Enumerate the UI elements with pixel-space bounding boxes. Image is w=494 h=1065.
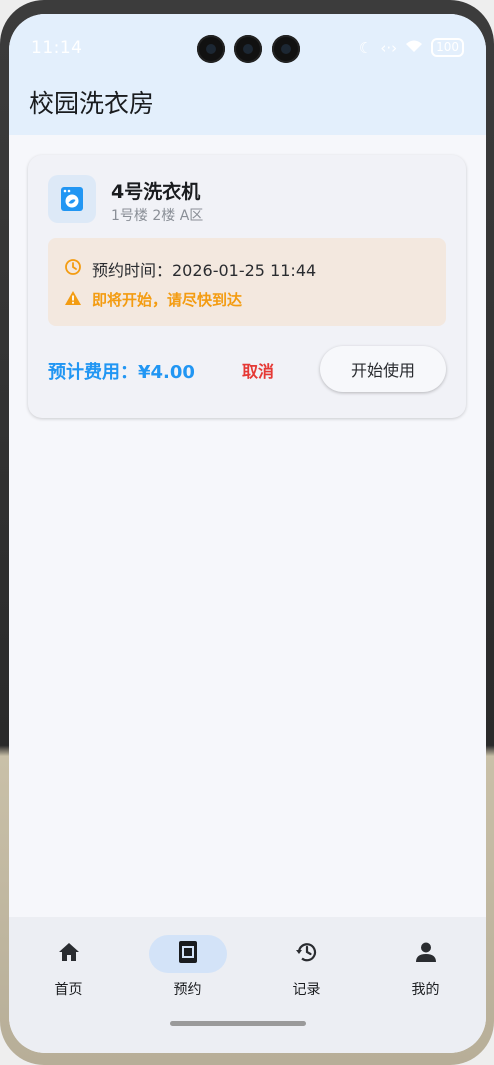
reservation-time-row: 预约时间：2026-01-25 11:44 xyxy=(64,257,316,281)
calendar-icon xyxy=(178,940,198,968)
home-indicator[interactable] xyxy=(170,1021,306,1026)
nav-item-profile[interactable]: 我的 xyxy=(366,935,485,999)
moon-icon: ☾ xyxy=(358,38,373,57)
cancel-button[interactable]: 取消 xyxy=(242,358,274,382)
nav-label: 记录 xyxy=(292,982,321,998)
app-screen: 11:14 ☾ ‹·› 100 校园洗衣房 4号洗衣机 1号楼 2楼 A区 预约… xyxy=(9,14,486,1053)
nav-pill xyxy=(268,935,346,973)
nav-item-history[interactable]: 记录 xyxy=(247,935,366,999)
warning-row: 即将开始，请尽快到达 xyxy=(64,289,242,310)
nav-item-reserve[interactable]: 预约 xyxy=(128,935,247,999)
signal-icon: ‹·› xyxy=(380,38,398,57)
nav-item-home[interactable]: 首页 xyxy=(9,935,128,999)
reservation-card: 4号洗衣机 1号楼 2楼 A区 预约时间：2026-01-25 11:44 即将… xyxy=(28,155,466,418)
warning-text: 即将开始，请尽快到达 xyxy=(92,291,243,309)
home-icon xyxy=(57,941,81,967)
camera-lens-icon xyxy=(197,35,225,63)
wifi-icon xyxy=(405,39,423,57)
status-time: 11:14 xyxy=(31,38,83,58)
start-use-button[interactable]: 开始使用 xyxy=(320,346,446,392)
nav-pill xyxy=(30,935,108,973)
nav-label: 预约 xyxy=(173,982,202,998)
reservation-time: 预约时间：2026-01-25 11:44 xyxy=(92,261,317,280)
machine-name: 4号洗衣机 xyxy=(111,181,201,203)
app-header: 11:14 ☾ ‹·› 100 校园洗衣房 xyxy=(9,14,486,135)
clock-icon xyxy=(64,258,82,280)
camera-lens-icon xyxy=(272,35,300,63)
washing-machine-icon xyxy=(48,175,96,223)
page-title: 校园洗衣房 xyxy=(29,89,155,118)
nav-pill xyxy=(387,935,465,973)
history-icon xyxy=(295,940,319,968)
person-icon xyxy=(415,941,437,967)
battery-icon: 100 xyxy=(431,38,464,57)
status-icons: ☾ ‹·› 100 xyxy=(359,38,464,57)
estimated-cost: 预计费用：¥4.00 xyxy=(48,362,195,383)
machine-location: 1号楼 2楼 A区 xyxy=(111,208,204,224)
nav-label: 首页 xyxy=(54,982,83,998)
camera-lens-icon xyxy=(234,35,262,63)
warning-icon xyxy=(64,290,82,310)
bottom-nav: 首页 预约 记录 我的 xyxy=(9,917,486,1053)
nav-pill xyxy=(148,935,227,973)
reservation-notice: 预约时间：2026-01-25 11:44 即将开始，请尽快到达 xyxy=(48,238,446,326)
nav-label: 我的 xyxy=(411,982,440,998)
